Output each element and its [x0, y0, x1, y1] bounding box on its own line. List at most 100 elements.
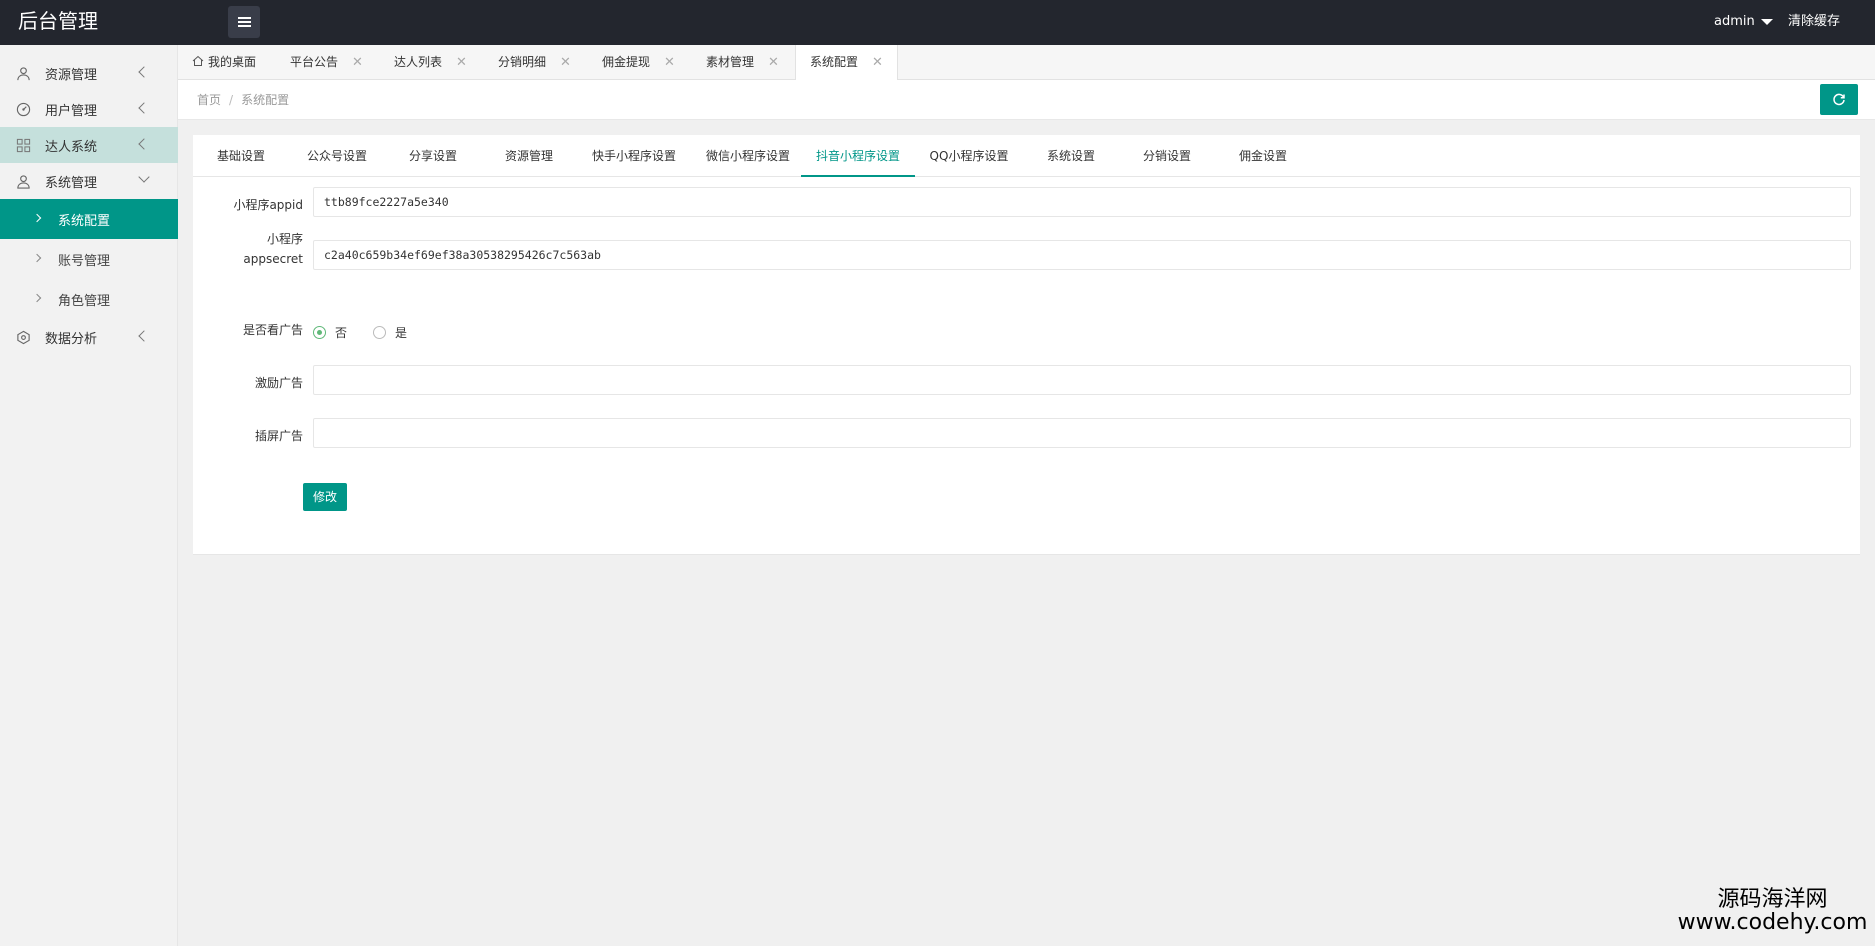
watermark: 源码海洋网 www.codehy.com	[1670, 888, 1875, 934]
sidebar-item-analytics[interactable]: 数据分析	[0, 319, 178, 355]
tab-talent-list[interactable]: 达人列表 ✕	[394, 45, 467, 80]
appsecret-label-line2: appsecret	[243, 252, 303, 266]
sidebar: 资源管理 用户管理 达人系统 系统管理 系统配置 账号管理 角色管理 数据分析	[0, 45, 178, 946]
tab-home[interactable]: 我的桌面	[192, 45, 256, 80]
tab-label: 系统配置	[810, 55, 859, 69]
chevron-right-icon	[32, 213, 42, 223]
breadcrumb-current: 系统配置	[241, 93, 290, 107]
tab-system-settings[interactable]: 系统设置	[1023, 135, 1119, 177]
appid-input[interactable]: ttb89fce2227a5e340	[313, 187, 1851, 217]
appsecret-label: 小程序 appsecret	[193, 229, 303, 269]
breadcrumb-separator: /	[229, 93, 234, 107]
sidebar-subitem-label: 系统配置	[58, 213, 111, 229]
tab-label: 我的桌面	[208, 55, 257, 69]
settings-card: 基础设置 公众号设置 分享设置 资源管理 快手小程序设置 微信小程序设置 抖音小…	[193, 135, 1860, 555]
refresh-icon	[1833, 93, 1845, 105]
admin-user-icon	[17, 174, 30, 189]
breadcrumb-bar: 首页 / 系统配置	[178, 80, 1875, 120]
username: admin	[1714, 14, 1755, 29]
tab-share[interactable]: 分享设置	[385, 135, 481, 177]
tab-label: 平台公告	[290, 55, 339, 69]
sidebar-item-label: 系统管理	[45, 175, 98, 191]
settings-tabs: 基础设置 公众号设置 分享设置 资源管理 快手小程序设置 微信小程序设置 抖音小…	[193, 135, 1860, 177]
appsecret-label-line1: 小程序	[266, 232, 303, 246]
watermark-line1: 源码海洋网	[1717, 887, 1828, 912]
close-icon[interactable]: ✕	[456, 46, 467, 80]
tab-commission[interactable]: 佣金设置	[1215, 135, 1311, 177]
chevron-down-icon	[138, 171, 150, 183]
refresh-button[interactable]	[1820, 84, 1858, 115]
menu-toggle-button[interactable]	[228, 6, 260, 38]
sidebar-item-talent[interactable]: 达人系统	[0, 127, 178, 163]
sidebar-subitem-system-config[interactable]: 系统配置	[0, 199, 178, 239]
grid-icon	[16, 138, 31, 152]
close-icon[interactable]: ✕	[560, 46, 571, 80]
tab-qq[interactable]: QQ小程序设置	[915, 135, 1023, 177]
user-icon	[17, 66, 30, 80]
close-icon[interactable]: ✕	[768, 46, 779, 80]
ad-yes-label[interactable]: 是	[395, 324, 407, 341]
tab-official-account[interactable]: 公众号设置	[289, 135, 385, 177]
ad-radio-group: 否 是	[313, 324, 407, 341]
tab-label: 素材管理	[706, 55, 755, 69]
ad-no-radio[interactable]	[313, 326, 326, 339]
reward-ad-label: 激励广告	[254, 376, 303, 390]
close-icon[interactable]: ✕	[872, 46, 883, 80]
caret-down-icon	[1760, 18, 1773, 25]
sidebar-item-label: 资源管理	[45, 67, 98, 83]
chevron-left-icon	[138, 330, 150, 342]
sidebar-subitem-roles[interactable]: 角色管理	[0, 279, 178, 319]
sidebar-item-label: 用户管理	[45, 103, 98, 119]
close-icon[interactable]: ✕	[352, 46, 363, 80]
close-icon[interactable]: ✕	[664, 46, 675, 80]
page-tabs: 我的桌面 平台公告 ✕ 达人列表 ✕ 分销明细 ✕ 佣金提现 ✕ 素材管理 ✕ 系统配置 ✕	[178, 45, 1875, 81]
sidebar-item-users[interactable]: 用户管理	[0, 91, 178, 127]
hamburger-icon	[237, 17, 251, 27]
tab-system-config[interactable]: 系统配置 ✕	[795, 45, 898, 81]
watermark-line2: www.codehy.com	[1677, 910, 1868, 936]
reward-ad-input[interactable]	[313, 365, 1851, 395]
sidebar-item-label: 数据分析	[45, 331, 98, 347]
tab-materials[interactable]: 素材管理 ✕	[706, 45, 779, 80]
tab-label: 佣金提现	[602, 55, 651, 69]
sidebar-item-resources[interactable]: 资源管理	[0, 55, 178, 91]
breadcrumb: 首页 / 系统配置	[197, 80, 289, 120]
chevron-left-icon	[138, 138, 150, 150]
tab-kuaishou[interactable]: 快手小程序设置	[577, 135, 691, 177]
interstitial-ad-input[interactable]	[313, 418, 1851, 448]
sidebar-item-label: 达人系统	[45, 139, 98, 155]
tab-resources[interactable]: 资源管理	[481, 135, 577, 177]
top-header: 后台管理 admin 清除缓存	[0, 0, 1875, 45]
dashboard-icon	[16, 102, 31, 116]
tab-label: 达人列表	[394, 55, 443, 69]
breadcrumb-home[interactable]: 首页	[197, 93, 221, 107]
chevron-left-icon	[138, 66, 150, 78]
home-icon	[192, 55, 204, 66]
tab-douyin[interactable]: 抖音小程序设置	[801, 135, 915, 177]
ad-toggle-label: 是否看广告	[242, 323, 303, 337]
sidebar-subitem-label: 账号管理	[58, 253, 111, 269]
tab-wechat[interactable]: 微信小程序设置	[691, 135, 805, 177]
clear-cache-link[interactable]: 清除缓存	[1788, 0, 1840, 43]
sidebar-subitem-label: 角色管理	[58, 293, 111, 309]
user-menu[interactable]: admin	[1714, 0, 1773, 43]
tab-basic[interactable]: 基础设置	[193, 135, 289, 177]
tab-label: 分销明细	[498, 55, 547, 69]
analytics-icon	[17, 330, 30, 344]
appid-label: 小程序appid	[233, 198, 303, 212]
sidebar-subitem-accounts[interactable]: 账号管理	[0, 239, 178, 279]
app-title: 后台管理	[18, 9, 98, 33]
tab-commission-withdraw[interactable]: 佣金提现 ✕	[602, 45, 675, 80]
tab-distribution[interactable]: 分销设置	[1119, 135, 1215, 177]
interstitial-ad-label: 插屏广告	[254, 429, 303, 443]
tab-announcements[interactable]: 平台公告 ✕	[290, 45, 363, 80]
sidebar-item-system[interactable]: 系统管理	[0, 163, 178, 199]
appsecret-input[interactable]: c2a40c659b34ef69ef38a30538295426c7c563ab	[313, 240, 1851, 270]
ad-no-label[interactable]: 否	[335, 324, 347, 341]
chevron-right-icon	[32, 293, 42, 303]
ad-yes-radio[interactable]	[373, 326, 387, 339]
chevron-right-icon	[32, 253, 42, 263]
chevron-left-icon	[138, 102, 150, 114]
submit-button[interactable]: 修改	[303, 483, 347, 511]
tab-distribution-detail[interactable]: 分销明细 ✕	[498, 45, 571, 80]
